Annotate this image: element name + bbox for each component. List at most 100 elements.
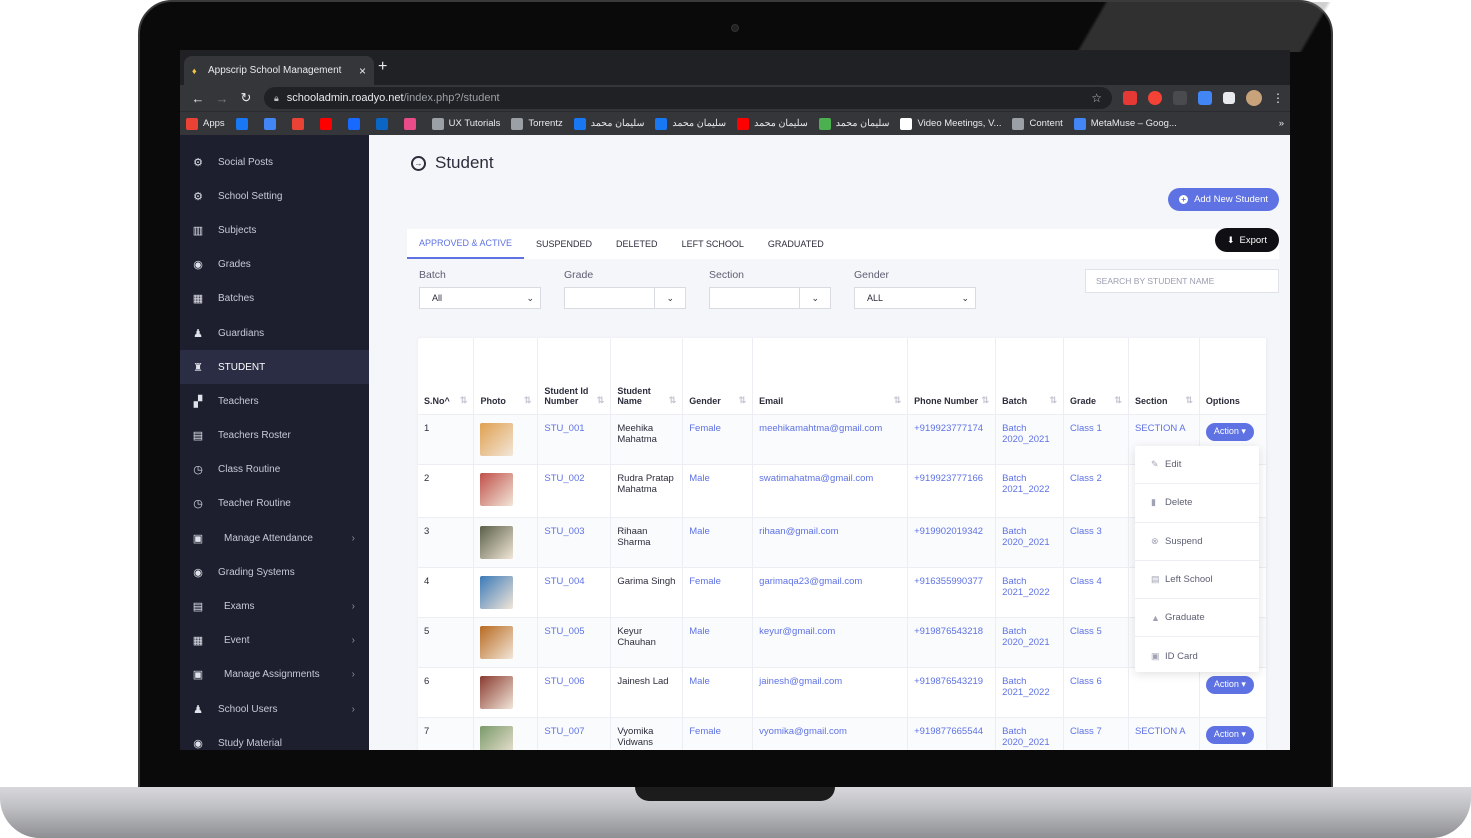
bookmark-item[interactable]: سليمان محمد bbox=[737, 117, 808, 130]
chevron-down-icon: ⌄ bbox=[666, 292, 674, 303]
bookmark-item[interactable]: سليمان محمد bbox=[818, 117, 889, 130]
sidebar-item-teachers[interactable]: ▞ Teachers bbox=[180, 384, 369, 418]
forward-icon[interactable]: → bbox=[210, 91, 234, 106]
extension-icon[interactable] bbox=[1173, 91, 1187, 105]
column-header[interactable]: Gender ⇅ bbox=[682, 338, 754, 414]
tab-left-school[interactable]: LEFT SCHOOL bbox=[670, 229, 756, 259]
tab-suspended[interactable]: SUSPENDED bbox=[524, 229, 604, 259]
sidebar-item-batches[interactable]: ▦ Batches bbox=[180, 282, 369, 316]
bookmark-star-icon[interactable]: ☆ bbox=[1091, 91, 1102, 105]
browser-tab[interactable]: ♦ Appscrip School Management × bbox=[184, 56, 374, 85]
bookmark-item[interactable]: UX Tutorials bbox=[431, 117, 500, 130]
bookmark-item[interactable] bbox=[403, 117, 421, 130]
url-field[interactable]: 🔒︎ schooladmin.roadyo.net /index.php?/st… bbox=[264, 87, 1112, 109]
sort-icon[interactable]: ⇅ bbox=[669, 395, 677, 406]
bookmark-item[interactable] bbox=[291, 117, 309, 130]
bookmark-item[interactable] bbox=[319, 117, 337, 130]
sidebar-item-exams[interactable]: ▤ Exams › bbox=[180, 589, 369, 623]
sidebar-item-guardians[interactable]: ♟ Guardians bbox=[180, 316, 369, 350]
bookmark-icon bbox=[655, 117, 668, 130]
profile-avatar[interactable] bbox=[1246, 90, 1262, 106]
sidebar-item-school-users[interactable]: ♟ School Users › bbox=[180, 692, 369, 726]
action-button[interactable]: Action ▾ bbox=[1205, 422, 1254, 441]
bookmark-item[interactable] bbox=[347, 117, 365, 130]
sidebar-item-grades[interactable]: ◉ Grades bbox=[180, 248, 369, 282]
extension-icon[interactable] bbox=[1123, 91, 1137, 105]
sidebar-item-student[interactable]: ♜ STUDENT bbox=[180, 350, 369, 385]
menu-item-graduate[interactable]: ▲ Graduate bbox=[1135, 599, 1259, 638]
bookmark-item[interactable] bbox=[263, 117, 281, 130]
sidebar-item-study-material[interactable]: ◉ Study Material bbox=[180, 726, 369, 750]
tab-graduated[interactable]: GRADUATED bbox=[756, 229, 836, 259]
section-select[interactable]: ⌄ bbox=[709, 287, 831, 309]
cell-phone: +919923777174 bbox=[907, 413, 997, 464]
column-header[interactable]: Student Name ⇅ bbox=[610, 338, 684, 414]
menu-icon[interactable]: ⋮ bbox=[1272, 91, 1284, 105]
action-button[interactable]: Action ▾ bbox=[1205, 675, 1254, 694]
more-bookmarks-icon[interactable]: » bbox=[1279, 118, 1284, 129]
tab-deleted[interactable]: DELETED bbox=[604, 229, 670, 259]
extension-icon[interactable] bbox=[1198, 91, 1212, 105]
action-dropdown-menu: ✎ Edit ▮ Delete ⊗ Suspend ▤ Left School ▲ Graduat… bbox=[1135, 446, 1259, 672]
sort-icon[interactable]: ⇅ bbox=[1185, 395, 1193, 406]
new-tab-icon[interactable]: + bbox=[378, 58, 387, 76]
sort-icon[interactable]: ⇅ bbox=[1050, 395, 1058, 406]
add-student-button[interactable]: + Add New Student bbox=[1168, 188, 1279, 211]
bookmark-item[interactable]: Torrentz bbox=[511, 117, 563, 130]
sort-icon[interactable]: ⇅ bbox=[597, 395, 605, 406]
sidebar-item-class-routine[interactable]: ◷ Class Routine bbox=[180, 453, 369, 487]
column-header[interactable]: S.No^ ⇅ bbox=[418, 338, 475, 414]
gender-select[interactable]: ALL ⌄ bbox=[854, 287, 976, 309]
sidebar-item-manage-assignments[interactable]: ▣ Manage Assignments › bbox=[180, 658, 369, 692]
column-header[interactable]: Student Id Number ⇅ bbox=[537, 338, 612, 414]
action-button[interactable]: Action ▾ bbox=[1205, 725, 1254, 744]
sidebar-item-subjects[interactable]: ▥ Subjects bbox=[180, 213, 369, 247]
column-header[interactable]: Grade ⇅ bbox=[1063, 338, 1129, 414]
sidebar-item-social-posts[interactable]: ⚙ Social Posts bbox=[180, 145, 369, 179]
sort-icon[interactable]: ⇅ bbox=[524, 395, 532, 406]
column-header[interactable]: Photo ⇅ bbox=[473, 338, 539, 414]
export-button[interactable]: ⬇ Export bbox=[1214, 228, 1279, 252]
reload-icon[interactable]: ↻ bbox=[234, 90, 258, 106]
menu-item-id-card[interactable]: ▣ ID Card bbox=[1135, 637, 1259, 675]
grade-select[interactable]: ⌄ bbox=[564, 287, 686, 309]
column-header[interactable]: Options bbox=[1199, 338, 1267, 414]
bookmark-item[interactable]: Content bbox=[1012, 117, 1063, 130]
bookmark-item[interactable]: Apps bbox=[186, 117, 225, 130]
bookmark-item[interactable]: سليمان محمد bbox=[573, 117, 644, 130]
column-header[interactable]: Batch ⇅ bbox=[995, 338, 1065, 414]
sort-icon[interactable]: ⇅ bbox=[460, 395, 468, 406]
bookmark-item[interactable] bbox=[375, 117, 393, 130]
column-header[interactable]: Email ⇅ bbox=[752, 338, 909, 414]
bookmark-item[interactable]: MetaMuse – Goog... bbox=[1073, 117, 1177, 130]
sidebar-item-teachers-roster[interactable]: ▤ Teachers Roster bbox=[180, 419, 369, 453]
sidebar-item-grading-systems[interactable]: ◉ Grading Systems bbox=[180, 555, 369, 589]
menu-item-left-school[interactable]: ▤ Left School bbox=[1135, 561, 1259, 600]
cell-batch: Batch 2020_2021 bbox=[995, 716, 1065, 750]
menu-item-delete[interactable]: ▮ Delete bbox=[1135, 484, 1259, 523]
menu-item-suspend[interactable]: ⊗ Suspend bbox=[1135, 523, 1259, 561]
sort-icon[interactable]: ⇅ bbox=[739, 395, 747, 406]
tab-approved-active[interactable]: APPROVED & ACTIVE bbox=[407, 229, 525, 259]
sidebar-item-school-setting[interactable]: ⚙ School Setting bbox=[180, 179, 369, 213]
sort-icon[interactable]: ⇅ bbox=[894, 395, 902, 406]
sidebar-icon: ▞ bbox=[193, 395, 203, 408]
column-header[interactable]: Section ⇅ bbox=[1128, 338, 1200, 414]
close-tab-icon[interactable]: × bbox=[359, 64, 366, 78]
puzzle-icon[interactable] bbox=[1223, 92, 1235, 104]
student-search-input[interactable]: SEARCH BY STUDENT NAME bbox=[1085, 269, 1279, 293]
sort-icon[interactable]: ⇅ bbox=[1114, 395, 1122, 406]
sidebar-item-manage-attendance[interactable]: ▣ Manage Attendance › bbox=[180, 521, 369, 555]
back-icon[interactable]: ← bbox=[186, 91, 210, 106]
extension-icon[interactable] bbox=[1148, 91, 1162, 105]
bookmark-icon bbox=[737, 117, 750, 130]
bookmark-item[interactable]: سليمان محمد bbox=[655, 117, 726, 130]
sidebar-item-teacher-routine[interactable]: ◷ Teacher Routine bbox=[180, 487, 369, 521]
sort-icon[interactable]: ⇅ bbox=[982, 395, 990, 406]
bookmark-item[interactable] bbox=[235, 117, 253, 130]
sidebar-item-event[interactable]: ▦ Event › bbox=[180, 624, 369, 658]
bookmark-item[interactable]: Video Meetings, V... bbox=[900, 117, 1001, 130]
batch-select[interactable]: All ⌄ bbox=[419, 287, 541, 309]
column-header[interactable]: Phone Number ⇅ bbox=[907, 338, 997, 414]
menu-item-edit[interactable]: ✎ Edit bbox=[1135, 446, 1259, 485]
